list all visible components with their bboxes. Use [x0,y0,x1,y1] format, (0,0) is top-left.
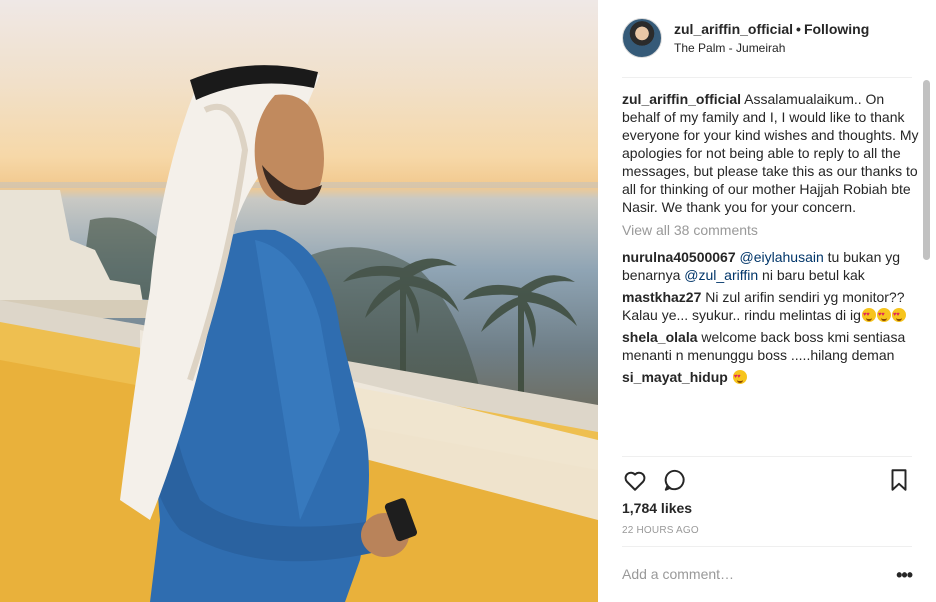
heart-eyes-emoji [732,368,747,386]
comment-username[interactable]: shela_olala [622,329,698,345]
heart-eyes-emoji [861,306,876,324]
add-comment-input[interactable]: Add a comment… [622,566,734,582]
mention-link[interactable]: @eiylahusain [740,249,824,265]
post-header: zul_ariffin_official • Following The Palm … [622,16,912,78]
following-button[interactable]: Following [804,21,869,37]
caption-text: Assalamualaikum.. On behalf of my family… [622,91,919,215]
comments-list: zul_ariffin_official Assalamualaikum.. O… [622,90,920,454]
comment-username[interactable]: mastkhaz27 [622,289,701,305]
bookmark-icon[interactable] [886,467,912,493]
view-all-comments-link[interactable]: View all 38 comments [622,221,920,239]
avatar[interactable] [622,18,662,58]
separator-dot: • [796,21,801,37]
heart-eyes-emoji [876,306,891,324]
photo-illustration [0,65,598,602]
heart-eyes-emoji [891,306,906,324]
header-user-line: zul_ariffin_official • Following [674,21,869,37]
comment-icon[interactable] [662,467,688,493]
comments-scrollbar[interactable] [923,80,930,260]
comment-text: ni baru betul kak [758,267,865,283]
list-item: shela_olala welcome back boss kmi sentia… [622,328,920,364]
comment-username[interactable]: nurulna40500067 [622,249,736,265]
likes-count[interactable]: 1,784 likes [622,500,692,516]
list-item: mastkhaz27 Ni zul arifin sendiri yg moni… [622,288,920,324]
mention-link[interactable]: @zul_ariffin [684,267,758,283]
more-options-icon[interactable]: ••• [896,565,913,586]
caption-username[interactable]: zul_ariffin_official [622,91,741,107]
post-side-panel: zul_ariffin_official • Following The Palm … [598,0,936,602]
comment-username[interactable]: si_mayat_hidup [622,369,728,385]
username-link[interactable]: zul_ariffin_official [674,21,793,37]
list-item: si_mayat_hidup [622,368,920,386]
caption: zul_ariffin_official Assalamualaikum.. O… [622,90,920,216]
post-timestamp[interactable]: 22 HOURS AGO [622,525,699,536]
action-bar [622,456,912,500]
heart-icon[interactable] [622,467,648,493]
post-photo[interactable] [0,0,598,602]
add-comment-section: Add a comment… ••• [622,546,913,602]
location-link[interactable]: The Palm - Jumeirah [674,41,785,55]
list-item: nurulna40500067 @eiylahusain tu bukan yg… [622,248,920,284]
